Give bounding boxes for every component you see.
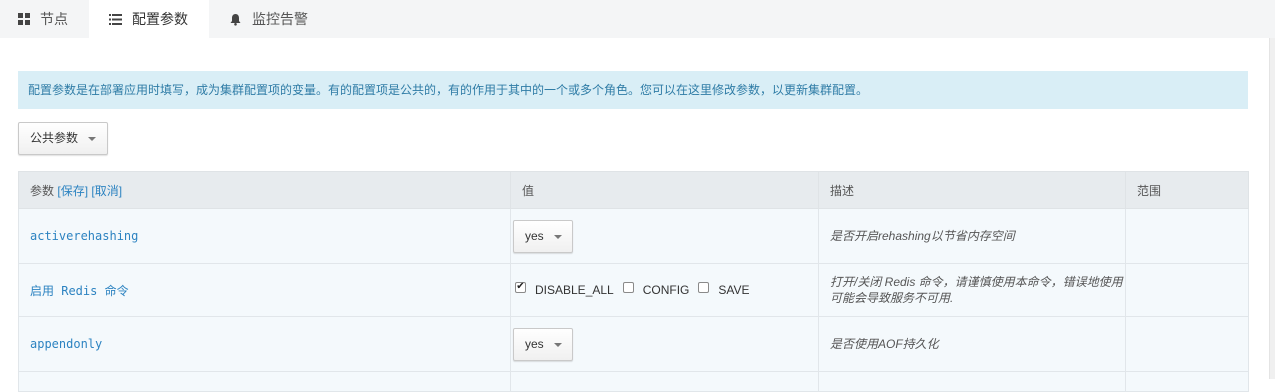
params-table: 参数 [保存] [取消] 值 描述 范围 activerehashing yes… <box>18 171 1249 392</box>
header-param-label: 参数 <box>30 183 55 198</box>
checkbox-save[interactable]: SAVE <box>698 281 750 297</box>
param-scope-empty <box>1125 371 1249 392</box>
param-name: 启用 Redis 命令 <box>18 263 511 317</box>
scrollbar[interactable] <box>1269 38 1275 379</box>
checkbox-disable-all[interactable]: ✔ DISABLE_ALL <box>515 281 614 297</box>
caret-down-icon <box>88 137 96 141</box>
param-description: 打开/关闭 Redis 命令，请谨慎使用本命令，错误地使用可能会导致服务不可用. <box>818 263 1126 317</box>
cancel-link[interactable]: [取消] <box>91 184 122 198</box>
header-value: 值 <box>510 171 819 209</box>
param-name: activerehashing <box>18 208 511 264</box>
tab-label: 配置参数 <box>132 11 188 27</box>
param-description: 是否开启rehashing以节省内存空间 <box>818 208 1126 264</box>
param-description-empty <box>818 371 1126 392</box>
tab-label: 节点 <box>40 11 68 27</box>
save-link[interactable]: [保存] <box>57 184 88 198</box>
table-row <box>18 371 1249 392</box>
tab-monitoring-alerts[interactable]: 监控告警 <box>209 0 329 38</box>
role-dropdown-value: 公共参数 <box>30 131 79 145</box>
checkbox-label: SAVE <box>718 283 750 297</box>
header-description: 描述 <box>818 171 1126 209</box>
param-description: 是否使用AOF持久化 <box>818 316 1126 372</box>
param-value: yes <box>525 228 544 243</box>
bell-icon <box>229 13 242 26</box>
param-value-select[interactable]: yes <box>513 327 573 361</box>
param-value: yes <box>525 336 544 351</box>
config-params-panel: 配置参数是在部署应用时填写，成为集群配置项的变量。有的配置项是公共的，有的作用于… <box>0 38 1269 392</box>
checkbox-checked-icon[interactable]: ✔ <box>515 281 526 293</box>
param-name: appendonly <box>18 316 511 372</box>
role-dropdown[interactable]: 公共参数 <box>18 122 108 155</box>
param-value-cell: ✔ DISABLE_ALL CONFIG SAVE <box>510 263 819 317</box>
checkbox-icon[interactable] <box>698 281 710 293</box>
header-param: 参数 [保存] [取消] <box>18 171 511 209</box>
param-name-empty <box>18 371 511 392</box>
param-value-cell: yes <box>510 208 819 264</box>
checkbox-icon[interactable] <box>622 281 634 293</box>
caret-down-icon <box>554 342 562 347</box>
param-value-cell: yes <box>510 316 819 372</box>
info-banner: 配置参数是在部署应用时填写，成为集群配置项的变量。有的配置项是公共的，有的作用于… <box>18 71 1248 109</box>
caret-down-icon <box>554 234 562 239</box>
checkbox-label: DISABLE_ALL <box>535 283 614 297</box>
param-scope <box>1125 316 1249 372</box>
checkbox-config[interactable]: CONFIG <box>622 281 690 297</box>
table-row: activerehashing yes 是否开启rehashing以节省内存空间 <box>18 208 1249 264</box>
param-scope <box>1125 263 1249 317</box>
checkbox-label: CONFIG <box>642 283 690 297</box>
tab-nodes[interactable]: 节点 <box>0 0 89 38</box>
tab-config-params[interactable]: 配置参数 <box>89 0 209 38</box>
tab-label: 监控告警 <box>252 11 308 27</box>
table-row: 启用 Redis 命令 ✔ DISABLE_ALL CONFIG SAVE 打开… <box>18 263 1249 317</box>
table-header-row: 参数 [保存] [取消] 值 描述 范围 <box>18 171 1249 209</box>
command-checkbox-group: ✔ DISABLE_ALL CONFIG SAVE <box>515 281 818 297</box>
grid-icon <box>18 13 30 25</box>
tab-bar: 节点 配置参数 监控告警 <box>0 0 1275 38</box>
list-icon <box>109 13 122 25</box>
param-value-empty <box>510 371 819 392</box>
param-value-select[interactable]: yes <box>513 219 573 253</box>
param-scope <box>1125 208 1249 264</box>
header-scope: 范围 <box>1125 171 1249 209</box>
table-row: appendonly yes 是否使用AOF持久化 <box>18 316 1249 372</box>
